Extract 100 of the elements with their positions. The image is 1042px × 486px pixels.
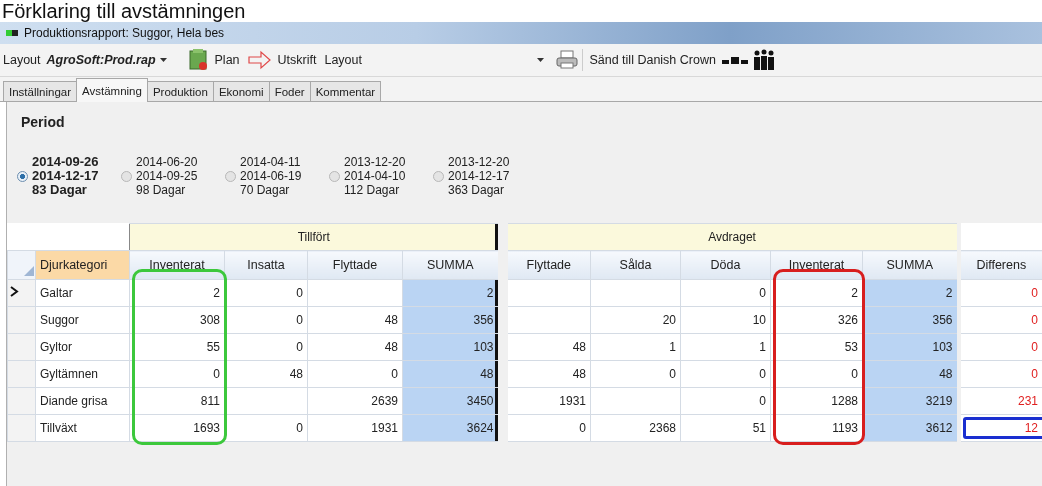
table-cell: 2 <box>851 286 859 300</box>
column-header[interactable]: Sålda <box>590 250 681 280</box>
table-cell: 0 <box>1031 286 1039 300</box>
table-cell: 3612 <box>925 421 953 435</box>
period-start: 2013-12-20 <box>448 155 510 169</box>
period-days: 98 Dagar <box>136 183 198 197</box>
radio-button[interactable] <box>433 170 444 182</box>
table-cell: 356 <box>932 313 953 327</box>
table-cell: 0 <box>296 286 303 300</box>
column-header[interactable]: Differens <box>958 250 1042 280</box>
table-cell: 0 <box>759 367 767 381</box>
report-icon[interactable] <box>188 49 209 71</box>
table-cell: 3624 <box>466 421 493 435</box>
row-header[interactable] <box>7 279 36 307</box>
table-cell: 48 <box>289 367 303 381</box>
table-cell: 53 <box>844 340 859 354</box>
column-header[interactable]: Djurkategori <box>35 250 130 280</box>
select-all-icon <box>24 266 34 276</box>
page-heading: Förklaring till avstämningen <box>1 0 247 22</box>
plan-button[interactable]: Plan <box>212 53 242 67</box>
period-days: 363 Dagar <box>448 183 510 197</box>
table-cell: 1288 <box>831 394 859 408</box>
radio-button[interactable] <box>225 170 236 182</box>
table-cell: 0 <box>391 367 398 381</box>
table-cell: 2 <box>213 286 220 300</box>
table-cell: 2639 <box>371 394 398 408</box>
tab[interactable]: Avstämning <box>76 78 148 102</box>
period-end: 2014-06-19 <box>240 169 302 183</box>
table-cell: 48 <box>480 367 493 381</box>
people-icon[interactable] <box>751 49 776 71</box>
period-days: 83 Dagar <box>32 183 99 197</box>
table-cell: 3219 <box>925 394 953 408</box>
table-cell: 2 <box>945 286 953 300</box>
current-row-icon <box>10 286 19 297</box>
tab[interactable]: Foder <box>268 81 311 101</box>
table-cell: 2 <box>486 286 493 300</box>
period-end: 2014-12-17 <box>32 169 99 183</box>
print-button[interactable]: Utskrift <box>275 53 319 67</box>
table-cell: Diande grisa <box>35 387 130 415</box>
table-cell: 0 <box>296 313 303 327</box>
caret-icon <box>537 58 545 62</box>
period-days: 70 Dagar <box>240 183 302 197</box>
send-button[interactable]: Sänd till Danish Crown <box>587 53 718 67</box>
table-cell: 2368 <box>649 421 677 435</box>
table-cell: 1 <box>669 340 677 354</box>
table-cell: 0 <box>213 367 220 381</box>
table-cell: 0 <box>296 340 303 354</box>
table-cell: 811 <box>200 394 220 408</box>
period-end: 2014-04-10 <box>344 169 406 183</box>
period-start: 2014-09-26 <box>32 155 99 169</box>
tab[interactable]: Ekonomi <box>212 81 270 101</box>
table-cell: 20 <box>662 313 677 327</box>
table-cell: 326 <box>838 313 859 327</box>
table-cell: 1931 <box>371 421 398 435</box>
tab[interactable]: Kommentar <box>309 81 382 101</box>
table-cell: 48 <box>384 313 398 327</box>
table-cell: 10 <box>752 313 767 327</box>
table-cell: 12 <box>1024 421 1039 435</box>
table-cell: 48 <box>939 367 953 381</box>
table-cell: Gyltämnen <box>35 360 130 388</box>
app-icon <box>6 30 18 36</box>
period-start: 2014-06-20 <box>136 155 198 169</box>
radio-button[interactable] <box>121 170 132 182</box>
table-cell: 103 <box>473 340 493 354</box>
table-cell: 51 <box>752 421 767 435</box>
column-header[interactable]: Flyttade <box>307 250 403 280</box>
report-name-dropdown[interactable]: AgroSoft:Prod.rap <box>44 49 185 71</box>
table-cell: 0 <box>296 421 303 435</box>
period-days: 112 Dagar <box>344 183 406 197</box>
radio-button[interactable] <box>17 170 28 182</box>
table-cell: 356 <box>473 313 493 327</box>
table-cell: 0 <box>669 367 677 381</box>
period-end: 2014-12-17 <box>448 169 510 183</box>
table-cell: 0 <box>851 367 859 381</box>
table-cell: 0 <box>1031 340 1039 354</box>
table-cell: 48 <box>384 340 398 354</box>
table-cell: 308 <box>199 313 220 327</box>
printer-icon[interactable] <box>556 50 579 70</box>
bars-icon[interactable] <box>721 55 748 65</box>
table-cell: Suggor <box>35 306 130 334</box>
column-header[interactable]: SUMMA <box>862 250 959 280</box>
print-layout-dropdown[interactable]: Layout <box>322 49 553 71</box>
column-header[interactable]: Insatta <box>224 250 308 280</box>
table-cell: 1 <box>759 340 767 354</box>
arrow-icon[interactable] <box>245 49 272 71</box>
radio-button[interactable] <box>329 170 340 182</box>
table-cell: Gyltor <box>35 333 130 361</box>
tab[interactable]: Produktion <box>146 81 214 101</box>
table-cell: 231 <box>1018 394 1039 408</box>
caret-icon <box>159 58 167 62</box>
tab[interactable]: Inställningar <box>3 81 77 101</box>
layout-label: Layout <box>3 53 41 67</box>
column-header[interactable]: Döda <box>680 250 771 280</box>
table-cell: 0 <box>579 421 587 435</box>
table-cell: 0 <box>759 286 767 300</box>
table-cell: 55 <box>206 340 220 354</box>
table-cell: 3450 <box>466 394 493 408</box>
table-cell: 0 <box>1031 367 1039 381</box>
window-title: Produktionsrapport: Suggor, Hela bes <box>24 26 225 40</box>
period-end: 2014-09-25 <box>136 169 198 183</box>
